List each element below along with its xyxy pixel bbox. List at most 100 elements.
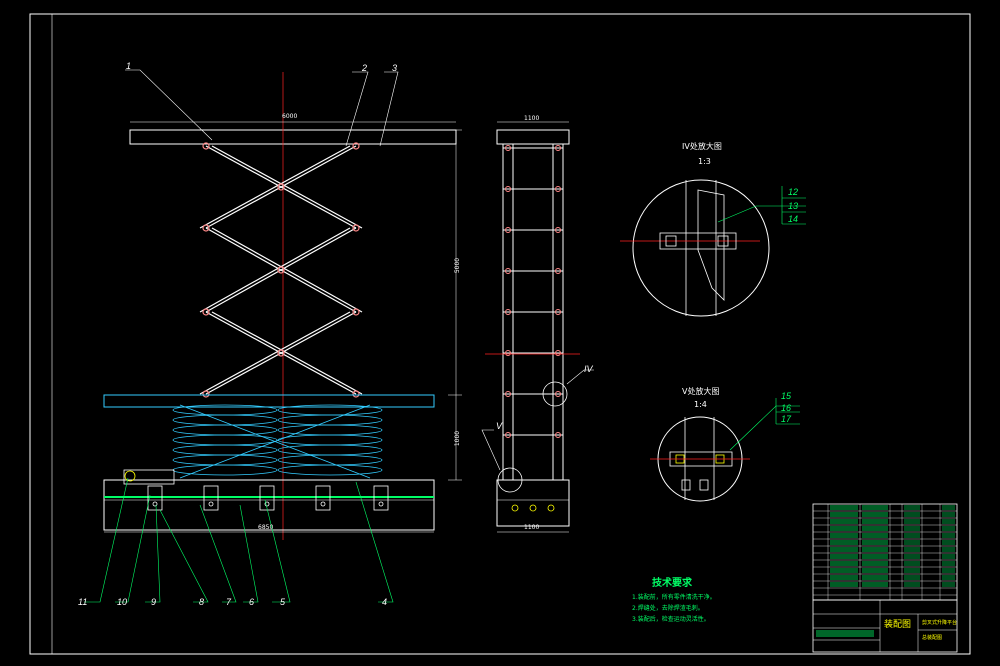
parts-cell (830, 575, 858, 580)
parts-cell (830, 547, 858, 552)
part-label-11: 11 (78, 597, 88, 607)
parts-cell (942, 561, 955, 566)
dim-top-width: 6000 (282, 113, 298, 120)
outer-border (29, 13, 971, 655)
part-label-17: 17 (781, 414, 792, 424)
project-name: 剪叉式升降平台 (922, 620, 958, 626)
scissor-arm (211, 145, 363, 229)
part-label-16: 16 (781, 403, 792, 413)
parts-cell (830, 512, 858, 517)
parts-cell (942, 505, 955, 510)
dim-side-top-width: 1100 (524, 115, 540, 122)
spring-coil (172, 424, 278, 436)
spring-coil (172, 414, 278, 426)
parts-cell (830, 561, 858, 566)
spring-coil (277, 464, 383, 476)
parts-cell (942, 533, 955, 538)
parts-cell (904, 526, 920, 531)
parts-cell (904, 519, 920, 524)
part-label-1: 1 (126, 61, 132, 71)
parts-cell (942, 554, 955, 559)
scissor-arm (211, 311, 363, 395)
dim-closed-height: 1000 (454, 430, 462, 447)
part-label-5: 5 (280, 597, 286, 607)
parts-cell (830, 505, 858, 510)
part-label-7: 7 (226, 597, 232, 607)
parts-cell (830, 526, 858, 531)
parts-cell (942, 568, 955, 573)
parts-cell (830, 554, 858, 559)
parts-cell (942, 540, 955, 545)
parts-cell (862, 526, 888, 531)
parts-cell (904, 505, 920, 510)
parts-cell (830, 582, 858, 587)
spring-coil (277, 444, 383, 456)
parts-cell (904, 512, 920, 517)
parts-cell (942, 519, 955, 524)
scissor-arm (199, 311, 351, 395)
parts-list (812, 503, 958, 601)
tech-note-3: 3.装配后，检查运动灵活性。 (632, 616, 710, 623)
detail-v (650, 398, 800, 502)
dim-lift-height: 5000 (454, 257, 462, 274)
spring-coil (277, 454, 383, 466)
parts-cell (862, 582, 888, 587)
spring-coil (277, 424, 383, 436)
parts-cell (904, 568, 920, 573)
spring-coil (172, 454, 278, 466)
part-label-13: 13 (788, 201, 799, 211)
scissor-arm (199, 227, 351, 313)
base-bolt (378, 501, 384, 507)
base-bolt (208, 501, 214, 507)
side-view (481, 121, 594, 533)
parts-cell (904, 554, 920, 559)
part-label-3: 3 (392, 63, 398, 73)
parts-cell (904, 540, 920, 545)
parts-cell (830, 533, 858, 538)
detail-iv-title: IV处放大图 (682, 142, 722, 151)
parts-cell (862, 568, 888, 573)
part-label-14: 14 (788, 214, 799, 224)
parts-cell (862, 512, 888, 517)
part-label-10: 10 (117, 597, 128, 607)
cad-drawing (29, 13, 971, 655)
tech-note-2: 2.焊缝处，去除焊渣毛刺。 (632, 605, 704, 612)
top-platform (129, 129, 457, 145)
part-label-4: 4 (382, 597, 388, 607)
part-label-9: 9 (151, 597, 157, 607)
hydraulic-cylinder (123, 469, 175, 485)
detail-v-scale: 1:4 (694, 400, 707, 409)
detail-v-title: V处放大图 (682, 387, 720, 396)
scissor-arm (211, 227, 363, 313)
spring-coil (172, 464, 278, 476)
detail-marker-v-label: V (496, 421, 503, 431)
parts-cell (904, 582, 920, 587)
middle-platform (103, 394, 435, 408)
front-view (84, 69, 462, 603)
parts-cell (942, 547, 955, 552)
drawing-name: 装配图 (884, 620, 912, 630)
part-label-12: 12 (788, 187, 799, 197)
parts-cell (862, 540, 888, 545)
detail-iv-scale: 1:3 (698, 157, 711, 166)
part-label-6: 6 (249, 597, 255, 607)
base-bolt (320, 501, 326, 507)
parts-cell (862, 533, 888, 538)
parts-cell (830, 540, 858, 545)
tech-notes-title: 技术要求 (652, 578, 692, 589)
detail-iv (620, 179, 806, 317)
parts-cell (904, 547, 920, 552)
parts-cell (862, 519, 888, 524)
spring-coil (277, 434, 383, 446)
parts-cell (942, 582, 955, 587)
parts-cell (942, 526, 955, 531)
dim-side-base-width: 1100 (524, 524, 540, 531)
part-label-8: 8 (199, 597, 205, 607)
parts-cell (904, 533, 920, 538)
parts-cell (942, 575, 955, 580)
parts-cell (862, 575, 888, 580)
part-label-2: 2 (362, 63, 368, 73)
parts-cell (862, 561, 888, 566)
parts-cell (904, 575, 920, 580)
parts-cell (904, 561, 920, 566)
